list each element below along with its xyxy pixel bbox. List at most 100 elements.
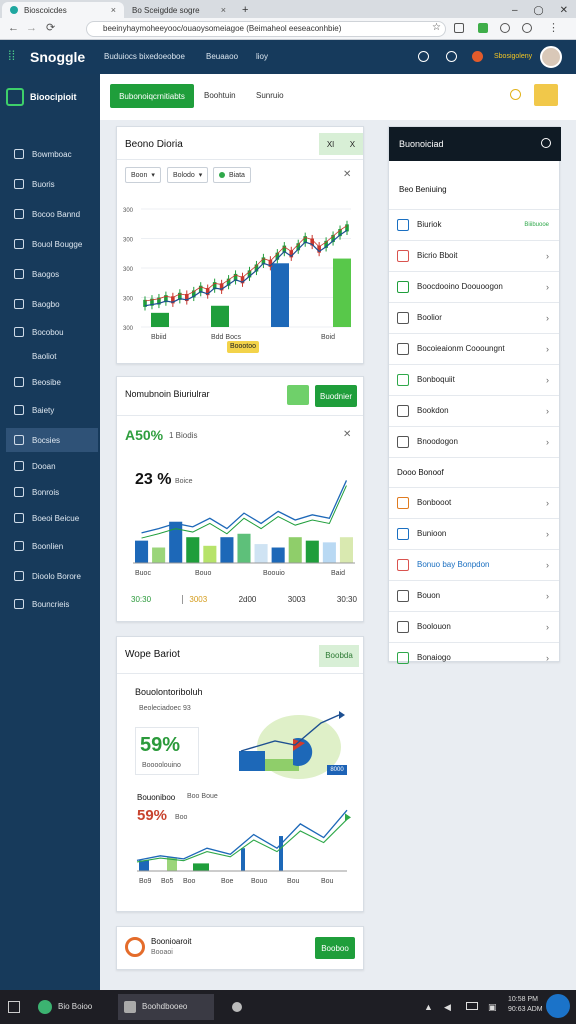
browser-tab[interactable]: Bo Sceigdde sogre ×: [124, 2, 234, 18]
right-panel-row[interactable]: Bouon ›: [389, 580, 559, 610]
avatar[interactable]: [540, 46, 562, 68]
sidebar-item[interactable]: Bonrois: [6, 480, 98, 504]
close-tab-icon[interactable]: ×: [111, 5, 116, 15]
extension-icon[interactable]: [454, 23, 464, 33]
sidebar-item[interactable]: Bouol Bougge: [6, 232, 98, 256]
sidebar-brand[interactable]: Bioocipioit: [6, 84, 94, 110]
sidebar-item[interactable]: Bocoo Bannd: [6, 202, 98, 226]
grid-icon: [14, 599, 24, 609]
right-panel-row[interactable]: Bnoodogon ›: [389, 426, 559, 456]
tab-overview[interactable]: Boohtuin: [204, 91, 236, 100]
bar: [151, 312, 169, 327]
sidebar-item[interactable]: Boonlien: [6, 534, 98, 558]
footer-value: 3003: [182, 594, 207, 604]
search-icon[interactable]: [510, 89, 521, 100]
right-panel-row[interactable]: Boolouon ›: [389, 611, 559, 641]
right-panel-row[interactable]: Bunioon ›: [389, 518, 559, 548]
nav-link[interactable]: Buduiocs bixedoeoboe: [104, 52, 185, 61]
maximize-icon[interactable]: ◯: [526, 2, 552, 18]
network-icon[interactable]: ▣: [488, 1002, 497, 1013]
globe-icon[interactable]: [446, 51, 457, 62]
chip-xl[interactable]: Xl: [327, 140, 334, 149]
sidebar-item[interactable]: Baoliot: [6, 344, 98, 368]
right-panel-row[interactable]: Boocdooino Doouoogon ›: [389, 271, 559, 301]
close-tab-icon[interactable]: ×: [221, 5, 226, 15]
right-panel-row[interactable]: Bonaiogo ›: [389, 642, 559, 672]
sidebar-item-label: Bocoo Bannd: [32, 209, 81, 219]
tab-summary[interactable]: Sunruio: [256, 91, 284, 100]
right-panel-row[interactable]: Biuriok Biiibuooe: [389, 209, 559, 239]
sidebar-item[interactable]: Boeoi Beicue: [6, 506, 98, 530]
sidebar-item[interactable]: Baiety: [6, 398, 98, 422]
sidebar-item[interactable]: Bocobou: [6, 320, 98, 344]
sidebar-item-label: Bocsies: [32, 435, 61, 445]
taskbar-active-item[interactable]: Boohdbooeo: [118, 994, 214, 1020]
profile-icon[interactable]: [522, 23, 532, 33]
footer-card-button[interactable]: Booboo: [315, 937, 355, 959]
right-panel-row[interactable]: Bookdon ›: [389, 395, 559, 425]
y-tick-label: 300: [123, 208, 134, 214]
search-icon[interactable]: [541, 138, 551, 148]
card-action-button[interactable]: Buodnier: [315, 385, 357, 407]
wifi-icon[interactable]: ▲: [424, 1002, 433, 1012]
extension-icon[interactable]: [500, 23, 510, 33]
browser-tab-active[interactable]: Bioscoicdes ×: [2, 2, 124, 18]
app-logo[interactable]: Snoggle: [30, 49, 85, 65]
sidebar-item[interactable]: Beosibe: [6, 370, 98, 394]
sidebar-item[interactable]: Bowmboac: [6, 142, 98, 166]
user-name[interactable]: Sbosigoleny: [494, 53, 532, 60]
filter-chip[interactable]: Biata: [213, 167, 251, 183]
row-icon: [397, 589, 409, 602]
help-icon[interactable]: [418, 51, 429, 62]
start-icon[interactable]: [8, 1001, 20, 1013]
sidebar-item[interactable]: Dooan: [6, 454, 98, 478]
back-icon[interactable]: ←: [8, 22, 19, 34]
small-green-button[interactable]: [287, 385, 309, 405]
right-panel-row[interactable]: Bocoieaionm Coooungnt ›: [389, 333, 559, 363]
settings-button[interactable]: [534, 84, 558, 106]
taskbar-item-label: Boohdbooeo: [142, 1002, 188, 1011]
clock-text[interactable]: 10:58 PM 90:63 ADM: [508, 995, 543, 1015]
sidebar: Bioocipioit Bowmboac Buoris Bocoo Bannd Bou…: [0, 74, 100, 990]
extension-green-icon[interactable]: [478, 23, 488, 33]
volume-icon[interactable]: ◀: [444, 1002, 451, 1013]
right-panel-row[interactable]: Bicrio Bboit ›: [389, 240, 559, 270]
close-window-icon[interactable]: ✕: [552, 2, 576, 18]
taskbar-item[interactable]: Bio Boioo: [58, 1002, 92, 1011]
filter-dropdown[interactable]: Bolodo ▾: [167, 167, 209, 183]
nav-link[interactable]: lioy: [256, 52, 268, 61]
footer-value: 30:30: [336, 594, 357, 604]
minimize-icon[interactable]: –: [504, 2, 526, 18]
menu-dots-icon[interactable]: ⋮: [548, 21, 559, 34]
battery-icon[interactable]: [466, 1002, 478, 1010]
close-icon[interactable]: ✕: [343, 429, 351, 440]
sidebar-item[interactable]: Bocsies: [6, 428, 98, 452]
new-tab-button[interactable]: +: [234, 2, 254, 18]
sidebar-item[interactable]: Baogos: [6, 262, 98, 286]
right-panel-row[interactable]: Bonbooot ›: [389, 487, 559, 517]
bookmark-star-icon[interactable]: ☆: [432, 22, 441, 33]
card-title: Nomubnoin Biuriulrar: [125, 389, 210, 399]
forward-icon[interactable]: →: [26, 22, 37, 34]
url-field[interactable]: beeinyhaymoheeyooc/ouaoysomeiagoe (Beima…: [86, 21, 446, 37]
right-panel-row[interactable]: Bonboquiit ›: [389, 364, 559, 394]
sidebar-item[interactable]: Buoris: [6, 172, 98, 196]
close-icon[interactable]: ✕: [343, 169, 351, 180]
right-panel-row[interactable]: Bonuo bay Bonpdon ›: [389, 549, 559, 579]
notification-center-icon[interactable]: [546, 994, 570, 1018]
notification-icon[interactable]: [472, 51, 483, 62]
chip-x[interactable]: X: [350, 140, 355, 149]
row-label: Bunioon: [417, 529, 447, 538]
reload-icon[interactable]: ⟳: [46, 21, 55, 34]
browser-taskbar-icon[interactable]: [38, 1000, 52, 1014]
nav-link[interactable]: Beuaaoo: [206, 52, 238, 61]
sidebar-item[interactable]: Baogbo: [6, 292, 98, 316]
primary-button[interactable]: Bubonoiqcrnitiabts: [110, 84, 194, 108]
record-icon[interactable]: [232, 1002, 242, 1012]
car-icon: [14, 179, 24, 189]
sidebar-item[interactable]: Bouncrieis: [6, 592, 98, 616]
sidebar-item[interactable]: Dioolo Borore: [6, 564, 98, 588]
right-panel-row[interactable]: Boolior ›: [389, 302, 559, 332]
filter-dropdown[interactable]: Boon ▾: [125, 167, 161, 183]
apps-grid-icon[interactable]: ⁞⁞: [8, 49, 15, 62]
